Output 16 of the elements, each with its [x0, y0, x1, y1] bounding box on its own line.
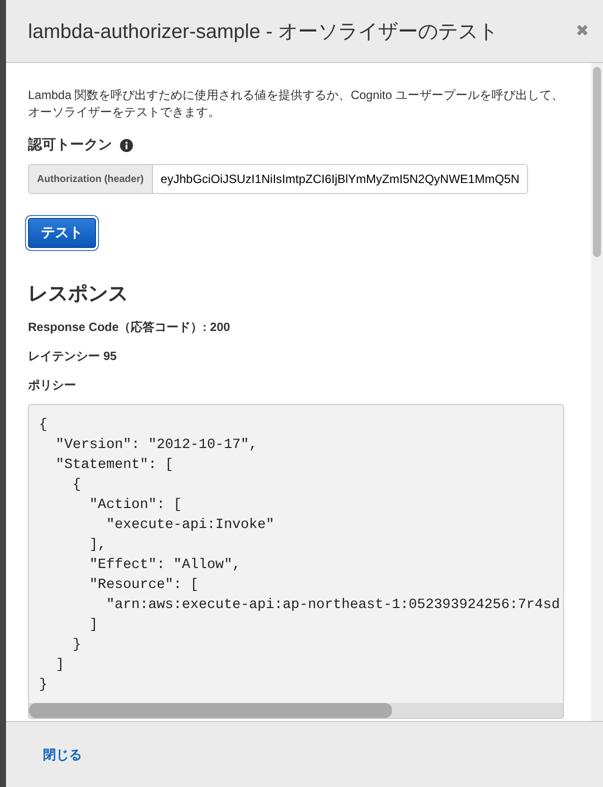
latency-text: レイテンシー 95 [28, 348, 118, 365]
test-button[interactable]: テスト [28, 218, 96, 248]
response-heading: レスポンス [28, 282, 129, 307]
info-icon[interactable] [120, 138, 133, 152]
close-link[interactable]: 閉じる [43, 746, 82, 764]
token-field[interactable]: Authorization (header) eyJhbGciOiJSUzI1NiIsImtpZCI6IjBlYmMyZmI5N2QyNWE1MmQ5N [28, 164, 528, 194]
policy-label: ポリシー [28, 377, 77, 394]
token-label: 認可トークン [28, 136, 112, 154]
dialog-title: lambda-authorizer-sample - オーソライザーのテスト [28, 20, 498, 44]
close-icon[interactable]: ✖ [576, 21, 589, 41]
horizontal-scrollbar[interactable] [29, 703, 563, 718]
description-text: Lambda 関数を呼び出すために使用される値を提供するか、Cognito ユーザープールを呼び出して、オーソライザーをテストできます。 [28, 87, 564, 121]
response-code: Response Code（応答コード）: 200 [28, 319, 232, 336]
vertical-scrollbar[interactable] [591, 63, 603, 721]
policy-code: { "Version": "2012-10-17", "Statement": [ { "Action": [ "execute-api:Invoke" ], "Effect": "Allow", "Resource": [ "arn:aws:execute-api:ap-northeast-1:052393924256:7r4sd ] } ] } [38, 416, 561, 695]
header-addon: Authorization (header) [29, 165, 153, 193]
